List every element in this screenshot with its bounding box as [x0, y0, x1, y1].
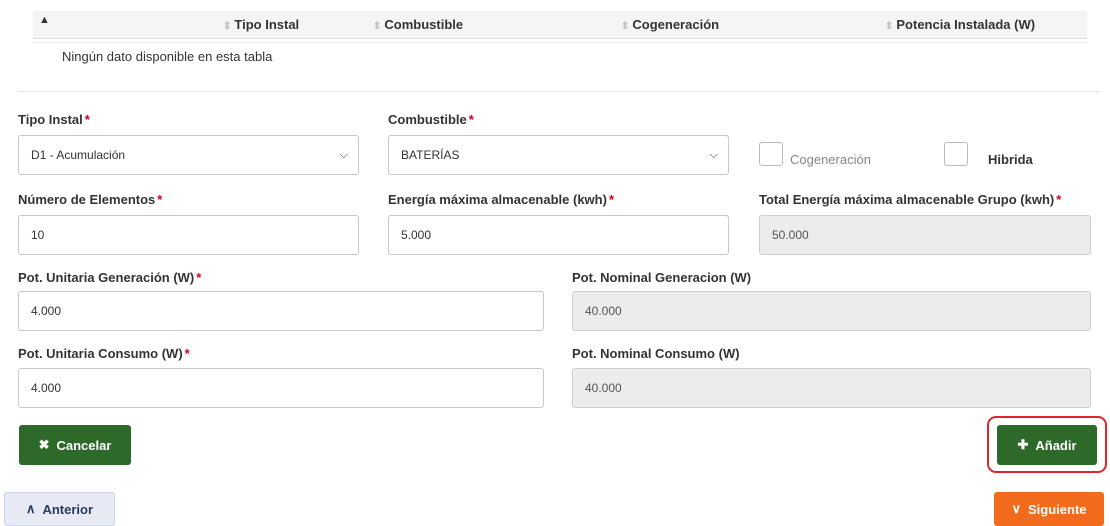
cogeneracion-label: Cogeneración — [790, 152, 871, 167]
sort-icon: ⇕ — [621, 21, 630, 32]
sort-asc-icon[interactable]: ▲ — [39, 14, 50, 26]
col-cogeneracion[interactable]: ⇕ Cogeneración — [621, 17, 719, 32]
divider — [18, 91, 1100, 92]
total-energia-label: Total Energía máxima almacenable Grupo (… — [759, 192, 1062, 207]
combustible-select[interactable]: BATERÍAS ⌵ — [388, 135, 729, 175]
pot-unit-cons-label: Pot. Unitaria Consumo (W) * — [18, 346, 190, 361]
installations-table: ▲ ⇕ Tipo Instal ⇕ Combustible ⇕ Cogeneració… — [33, 11, 1087, 43]
hibrida-label: Hibrida — [988, 152, 1033, 167]
table-header: ▲ ⇕ Tipo Instal ⇕ Combustible ⇕ Cogeneració… — [33, 11, 1087, 39]
pot-unit-gen-label: Pot. Unitaria Generación (W) * — [18, 270, 202, 285]
required-mark: * — [1056, 192, 1062, 207]
energia-maxima-label: Energía máxima almacenable (kwh) * — [388, 192, 614, 207]
chevron-down-icon: ∨ — [1011, 501, 1021, 516]
hibrida-checkbox[interactable] — [944, 142, 968, 166]
cancel-button[interactable]: ✖ Cancelar — [19, 425, 131, 465]
required-mark: * — [157, 192, 163, 207]
pot-nom-gen-field: 40.000 — [572, 291, 1091, 331]
numero-elementos-label: Número de Elementos * — [18, 192, 163, 207]
col-potencia-instalada[interactable]: ⇕ Potencia Instalada (W) — [885, 17, 1035, 32]
pot-nom-cons-label: Pot. Nominal Consumo (W) — [572, 346, 740, 361]
required-mark: * — [468, 112, 474, 127]
previous-button[interactable]: ∧ Anterior — [4, 492, 115, 526]
pot-unit-cons-input[interactable]: 4.000 — [18, 368, 544, 408]
chevron-down-icon: ⌵ — [339, 149, 348, 161]
total-energia-field: 50.000 — [759, 215, 1091, 255]
pot-nom-gen-label: Pot. Nominal Generacion (W) — [572, 270, 752, 285]
tipo-instal-label: Tipo Instal * — [18, 112, 90, 127]
add-button[interactable]: ✚ Añadir — [997, 425, 1097, 465]
numero-elementos-input[interactable]: 10 — [18, 215, 359, 255]
sort-icon: ⇕ — [223, 21, 232, 32]
chevron-up-icon: ∧ — [25, 501, 36, 516]
sort-icon: ⇕ — [373, 21, 382, 32]
table-row — [33, 39, 1087, 43]
sort-icon: ⇕ — [885, 21, 894, 32]
x-icon: ✖ — [38, 437, 50, 452]
combustible-label: Combustible * — [388, 112, 474, 127]
chevron-down-icon: ⌵ — [709, 149, 718, 161]
energia-maxima-input[interactable]: 5.000 — [388, 215, 729, 255]
required-mark: * — [608, 192, 614, 207]
required-mark: * — [196, 270, 202, 285]
table-empty-message: Ningún dato disponible en esta tabla — [62, 49, 273, 64]
pot-unit-gen-input[interactable]: 4.000 — [18, 291, 544, 331]
col-combustible[interactable]: ⇕ Combustible — [373, 17, 463, 32]
col-tipo-instal[interactable]: ⇕ Tipo Instal — [223, 17, 299, 32]
next-button[interactable]: ∨ Siguiente — [994, 492, 1104, 526]
plus-icon: ✚ — [1017, 437, 1029, 452]
required-mark: * — [184, 346, 190, 361]
tipo-instal-select[interactable]: D1 - Acumulación ⌵ — [18, 135, 359, 175]
cogeneracion-checkbox[interactable] — [759, 142, 783, 166]
pot-nom-cons-field: 40.000 — [572, 368, 1091, 408]
required-mark: * — [84, 112, 90, 127]
